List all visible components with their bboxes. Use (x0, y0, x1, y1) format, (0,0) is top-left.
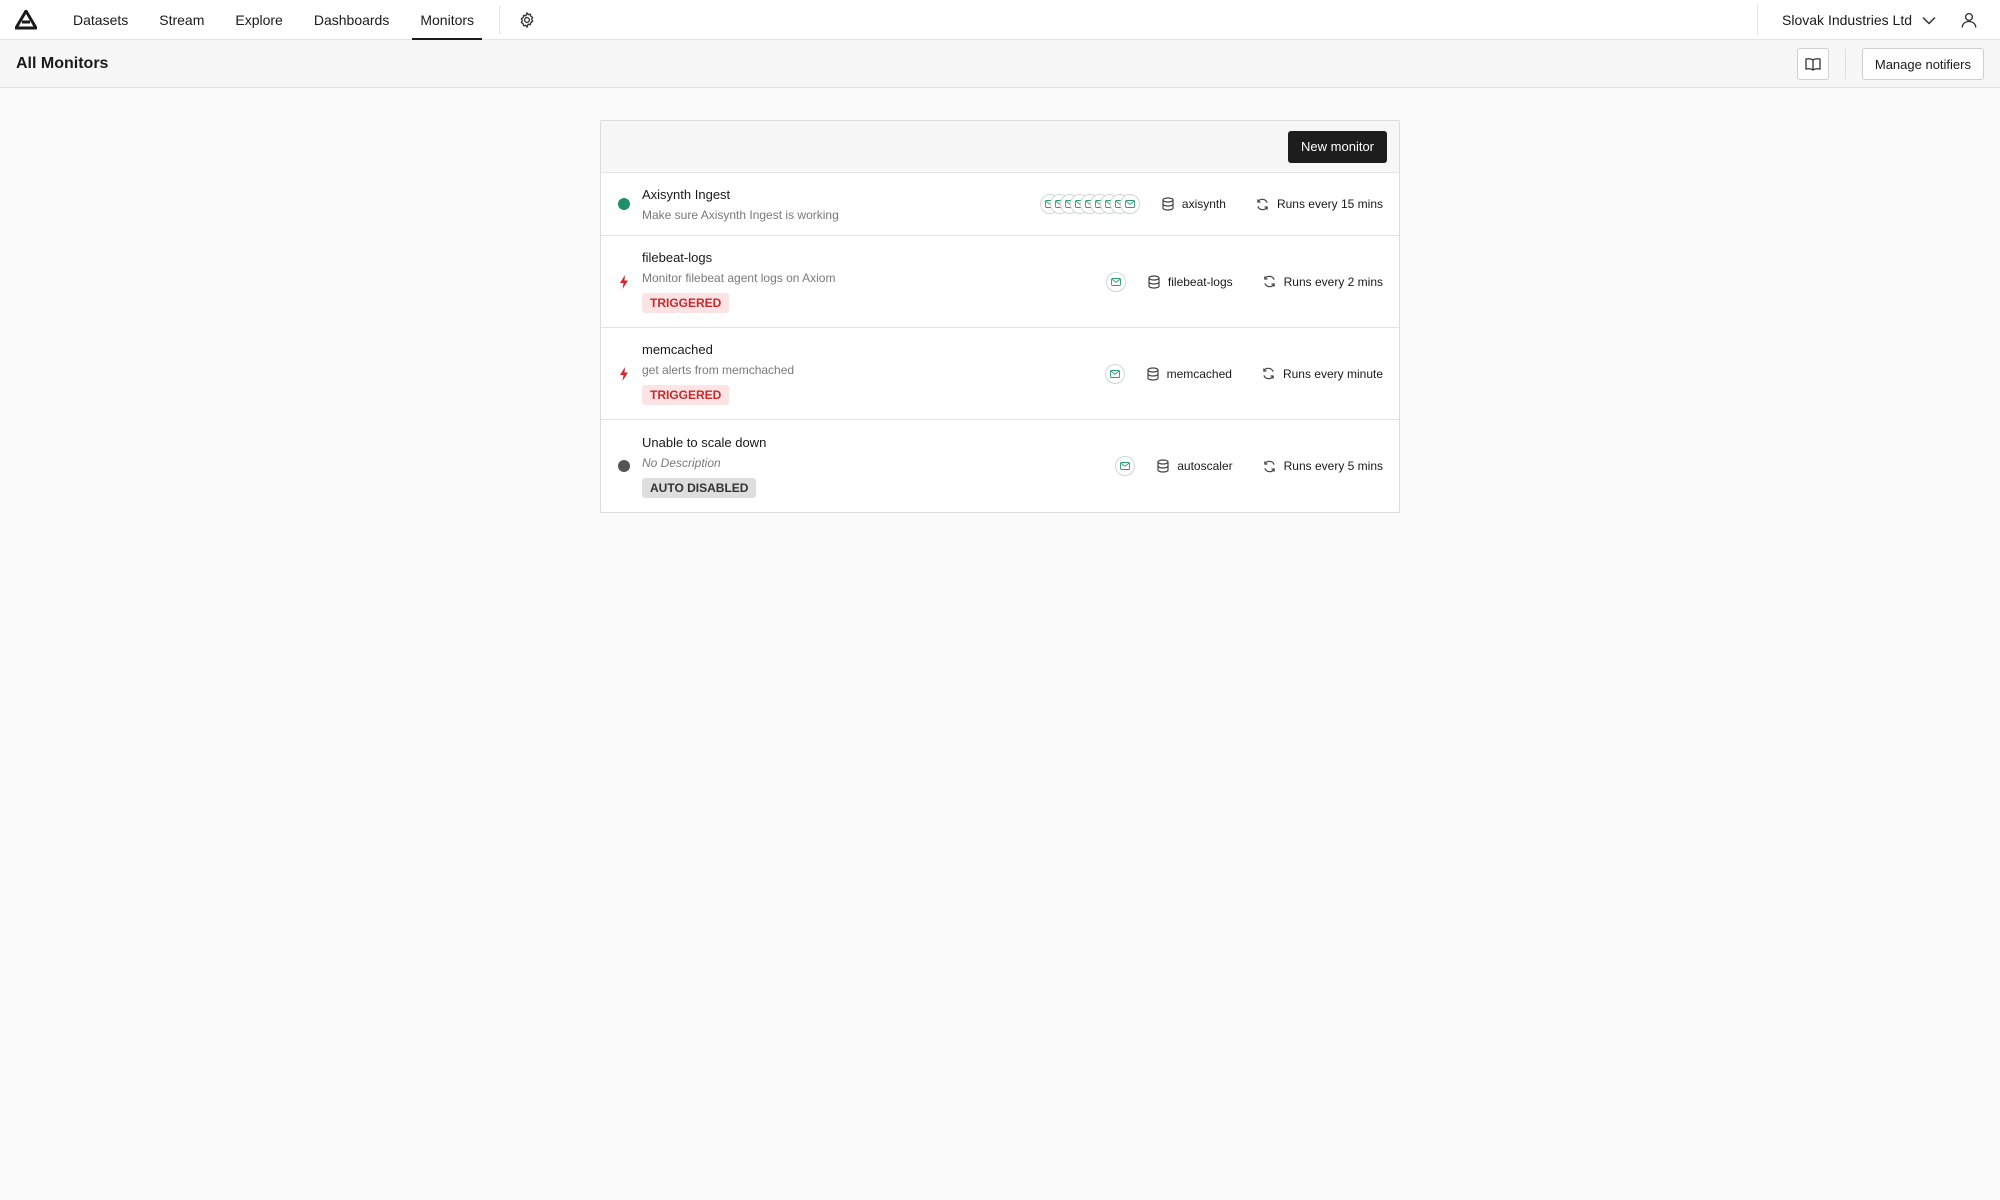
refresh-icon (1257, 198, 1268, 210)
monitor-info: Axisynth Ingest Make sure Axisynth Inges… (642, 187, 839, 222)
monitor-description: get alerts from memchached (642, 363, 795, 377)
monitor-name: filebeat-logs (642, 250, 713, 265)
page-title: All Monitors (16, 54, 109, 72)
monitor-schedule: Runs every 2 mins (1263, 275, 1383, 289)
refresh-icon (1263, 275, 1275, 288)
nav-explore-label: Explore (235, 11, 283, 28)
nav-datasets-label: Datasets (73, 11, 129, 28)
database-icon (1146, 366, 1159, 381)
gear-icon[interactable] (516, 9, 538, 31)
status-disabled-icon (617, 460, 630, 473)
refresh-icon (1263, 367, 1274, 380)
nav-stream-label: Stream (159, 11, 205, 28)
monitor-row[interactable]: filebeat-logs Monitor filebeat agent log… (601, 236, 1399, 328)
monitor-name: memcached (642, 342, 713, 357)
notifier-stack[interactable] (1104, 363, 1125, 384)
database-icon (1157, 459, 1169, 473)
database-icon (1148, 274, 1160, 289)
email-notifier-icon (1119, 194, 1140, 214)
status-ok-icon (617, 198, 630, 211)
schedule-text: Runs every 5 mins (1283, 459, 1383, 473)
monitor-description: Monitor filebeat agent logs on Axiom (642, 271, 836, 285)
notifier-stack[interactable] (1105, 271, 1126, 292)
nav-divider (499, 5, 501, 34)
monitor-meta: autoscaler Runs every 5 mins (1115, 420, 1383, 512)
notifier-stack[interactable] (1115, 456, 1136, 476)
axiom-logo-icon[interactable] (15, 9, 37, 31)
monitor-description: Make sure Axisynth Ingest is working (642, 207, 839, 222)
status-badge: TRIGGERED (642, 385, 730, 405)
email-notifier-icon (1104, 363, 1125, 384)
dataset-name: axisynth (1181, 197, 1226, 211)
org-name: Slovak Industries Ltd (1782, 12, 1912, 28)
monitor-dataset[interactable]: memcached (1146, 366, 1232, 381)
monitor-dataset[interactable]: axisynth (1162, 197, 1226, 211)
monitor-schedule: Runs every minute (1262, 367, 1383, 381)
header-divider (1844, 49, 1846, 79)
email-notifier-icon (1105, 271, 1126, 292)
monitor-schedule: Runs every 5 mins (1263, 459, 1383, 473)
new-monitor-button[interactable]: New monitor (1288, 130, 1387, 163)
nav-monitors-label: Monitors (420, 11, 475, 28)
monitor-description: No Description (642, 455, 721, 470)
top-nav-right: Slovak Industries Ltd (1757, 0, 2000, 40)
schedule-text: Runs every 15 mins (1276, 197, 1383, 211)
monitor-meta: memcached Runs every minute (1104, 328, 1383, 419)
book-icon (1805, 58, 1821, 71)
docs-button[interactable] (1796, 48, 1829, 80)
chevron-down-icon (1922, 16, 1936, 25)
nav-right-divider (1757, 5, 1759, 35)
monitor-row[interactable]: memcached get alerts from memchached TRI… (601, 328, 1399, 420)
dataset-name: autoscaler (1177, 459, 1233, 473)
top-nav: Datasets Stream Explore Dashboards Monit… (0, 0, 2000, 40)
monitor-dataset[interactable]: filebeat-logs (1148, 275, 1233, 289)
monitor-dataset[interactable]: autoscaler (1157, 459, 1233, 473)
status-badge: TRIGGERED (642, 293, 730, 313)
user-icon[interactable] (1958, 9, 1980, 31)
notifier-stack[interactable] (1039, 194, 1140, 214)
schedule-text: Runs every minute (1282, 366, 1383, 381)
dataset-name: filebeat-logs (1167, 274, 1233, 289)
monitor-name: Unable to scale down (642, 434, 767, 450)
manage-notifiers-button[interactable]: Manage notifiers (1861, 48, 1984, 80)
header-actions: Manage notifiers (1796, 40, 1984, 88)
nav-dashboards[interactable]: Dashboards (306, 0, 398, 40)
nav-monitors[interactable]: Monitors (412, 0, 482, 40)
monitor-info: filebeat-logs Monitor filebeat agent log… (642, 250, 835, 313)
monitor-meta: axisynth Runs every 15 mins (1039, 173, 1383, 235)
lightning-icon (617, 366, 630, 381)
database-icon (1162, 197, 1174, 211)
org-selector[interactable]: Slovak Industries Ltd (1782, 12, 1936, 28)
refresh-icon (1263, 460, 1275, 472)
monitors-toolbar: New monitor (601, 121, 1399, 173)
lightning-icon (617, 274, 630, 289)
nav-dashboards-label: Dashboards (313, 11, 390, 28)
monitor-row[interactable]: Axisynth Ingest Make sure Axisynth Inges… (601, 173, 1399, 236)
dataset-name: memcached (1166, 366, 1232, 381)
monitor-meta: filebeat-logs Runs every 2 mins (1105, 236, 1383, 327)
monitors-list: New monitor Axisynth Ingest Make sure Ax… (600, 120, 1400, 513)
schedule-text: Runs every 2 mins (1283, 274, 1383, 289)
page-header: All Monitors Manage notifiers (0, 40, 2000, 88)
nav-stream[interactable]: Stream (151, 0, 212, 40)
monitor-row[interactable]: Unable to scale down No Description AUTO… (601, 420, 1399, 512)
nav-datasets[interactable]: Datasets (65, 0, 136, 40)
monitor-name: Axisynth Ingest (642, 186, 731, 202)
email-notifier-icon (1115, 456, 1136, 476)
status-badge: AUTO DISABLED (642, 477, 757, 498)
monitor-info: Unable to scale down No Description AUTO… (642, 435, 766, 498)
nav-explore[interactable]: Explore (227, 0, 290, 40)
monitor-schedule: Runs every 15 mins (1256, 197, 1383, 211)
monitor-info: memcached get alerts from memchached TRI… (642, 342, 794, 405)
